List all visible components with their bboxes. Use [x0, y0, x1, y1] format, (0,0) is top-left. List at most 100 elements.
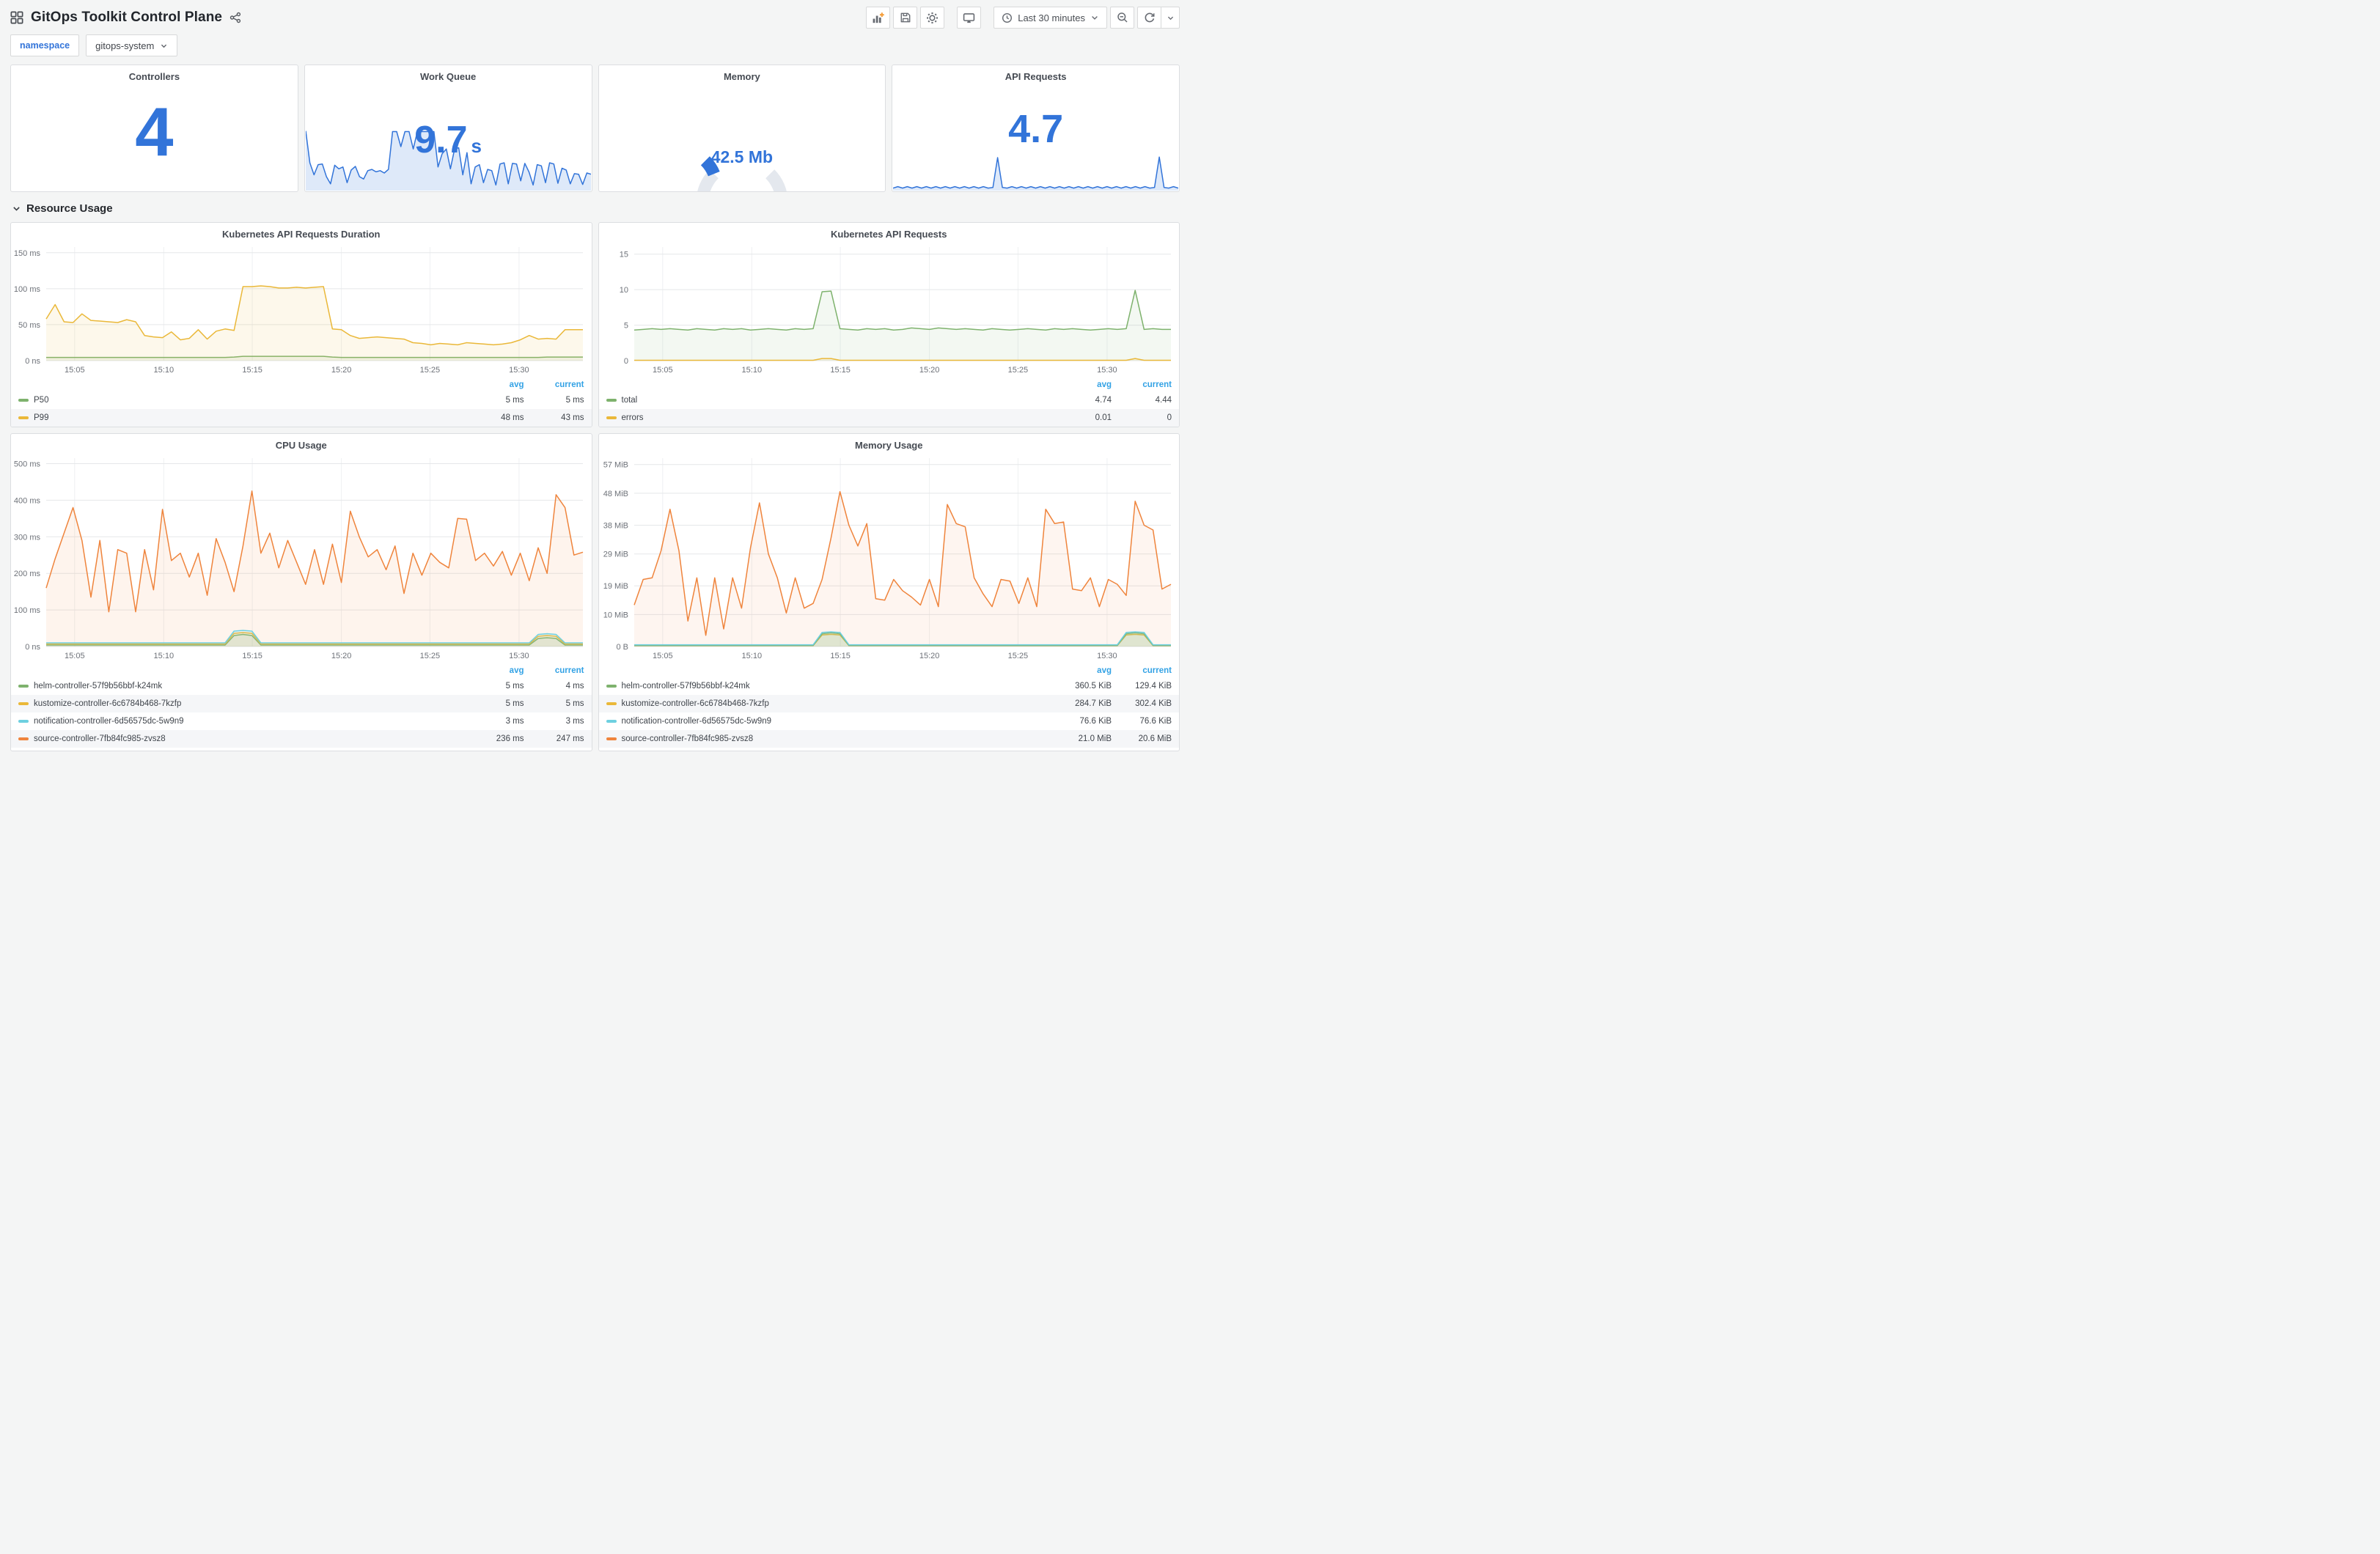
zoom-out-time-button[interactable]: [1110, 7, 1134, 29]
legend-header-avg[interactable]: avg: [1059, 380, 1112, 389]
cycle-view-button[interactable]: [957, 7, 982, 29]
section-title: Resource Usage: [26, 202, 113, 215]
share-alt-icon[interactable]: [229, 12, 241, 23]
legend-avg-value: 48 ms: [501, 413, 524, 422]
legend-header-current[interactable]: current: [524, 380, 584, 389]
legend-current-value: 5 ms: [565, 699, 584, 708]
series-label: source-controller-7fb84fc985-zvsz8: [621, 734, 754, 743]
apps-grid-icon[interactable]: [10, 11, 23, 24]
svg-text:15:15: 15:15: [830, 652, 851, 660]
panel-title[interactable]: Memory: [599, 65, 886, 84]
svg-text:0: 0: [623, 357, 628, 366]
series-label: helm-controller-57f9b56bbf-k24mk: [621, 682, 750, 691]
panel-work-queue: Work Queue 9.7 s: [304, 65, 592, 192]
legend-header-avg[interactable]: avg: [471, 380, 524, 389]
legend-current-value: 5 ms: [565, 396, 584, 405]
legend-header-current[interactable]: current: [1112, 380, 1172, 389]
panel-title[interactable]: Work Queue: [305, 65, 592, 84]
legend-row[interactable]: P50 5 ms 5 ms: [11, 391, 592, 409]
legend-current-value: 43 ms: [561, 413, 584, 422]
svg-text:15:30: 15:30: [509, 652, 529, 660]
legend-avg-value: 76.6 KiB: [1079, 717, 1112, 726]
legend-row[interactable]: kustomize-controller-6c6784b468-7kzfp 284…: [598, 695, 1179, 712]
series-label: notification-controller-6d56575dc-5w9n9: [621, 717, 772, 726]
controllers-value: 4: [135, 93, 174, 170]
svg-text:10: 10: [619, 286, 628, 295]
variable-label: namespace: [10, 34, 80, 56]
series-label: notification-controller-6d56575dc-5w9n9: [34, 717, 184, 726]
svg-text:15:25: 15:25: [1007, 652, 1028, 660]
legend-row[interactable]: notification-controller-6d56575dc-5w9n9 7…: [599, 712, 1180, 730]
legend-row[interactable]: helm-controller-57f9b56bbf-k24mk 360.5 Ki…: [599, 677, 1180, 695]
series-label: source-controller-7fb84fc985-zvsz8: [34, 734, 166, 743]
svg-text:15:30: 15:30: [1097, 366, 1117, 375]
series-color-swatch: [18, 720, 29, 723]
svg-text:15:05: 15:05: [653, 652, 673, 660]
panel-title[interactable]: CPU Usage: [11, 434, 592, 451]
legend-avg-value: 5 ms: [505, 682, 524, 691]
legend: avg current helm-controller-57f9b56bbf-k24…: [598, 662, 1180, 751]
panel-title[interactable]: API Requests: [892, 65, 1179, 84]
refresh-interval-caret[interactable]: [1161, 7, 1180, 29]
svg-text:0 ns: 0 ns: [25, 643, 40, 652]
legend-row[interactable]: P99 48 ms 43 ms: [11, 409, 592, 427]
legend-row[interactable]: total 4.74 4.44: [599, 391, 1180, 409]
chevron-down-icon: [160, 42, 168, 50]
legend-row[interactable]: kustomize-controller-6c6784b468-7kzfp 5 m…: [11, 695, 592, 712]
save-dashboard-button[interactable]: [893, 7, 918, 29]
legend-row[interactable]: source-controller-7fb84fc985-zvsz8 236 ms…: [11, 730, 592, 748]
panel-title[interactable]: Memory Usage: [599, 434, 1180, 451]
series-color-swatch: [606, 685, 617, 688]
api-requests-sparkline[interactable]: [893, 154, 1179, 191]
add-panel-button[interactable]: [866, 7, 891, 29]
svg-text:15:10: 15:10: [154, 366, 175, 375]
legend-current-value: 76.6 KiB: [1139, 717, 1172, 726]
svg-text:200 ms: 200 ms: [14, 570, 41, 578]
svg-text:15:10: 15:10: [741, 652, 762, 660]
svg-text:0 B: 0 B: [616, 643, 628, 652]
panel-k8s-api-requests-duration: Kubernetes API Requests Duration 15:05 15…: [10, 222, 592, 427]
legend-row[interactable]: notification-controller-6d56575dc-5w9n9 3…: [11, 712, 592, 730]
panel-memory-usage: Memory Usage 15:05 15:10 15:15 15:20 15:25 15…: [598, 433, 1180, 751]
legend-header-avg[interactable]: avg: [1059, 666, 1112, 675]
refresh-button[interactable]: [1137, 7, 1161, 29]
namespace-select[interactable]: gitops-system: [86, 34, 178, 56]
legend-row[interactable]: helm-controller-57f9b56bbf-k24mk 5 ms 4 ms: [11, 677, 592, 695]
k8s-api-requests-duration-chart[interactable]: 15:05 15:10 15:15 15:20 15:25 15:30 0 ns 50 ms 1…: [11, 240, 590, 376]
memory-gauge-value: 42.5 Mb: [710, 147, 774, 166]
svg-text:300 ms: 300 ms: [14, 533, 41, 542]
row-resource-usage[interactable]: Resource Usage: [10, 199, 1180, 222]
svg-text:15:25: 15:25: [420, 366, 441, 375]
panel-title[interactable]: Kubernetes API Requests: [599, 223, 1180, 240]
dashboard-settings-button[interactable]: [920, 7, 945, 29]
memory-usage-chart[interactable]: 15:05 15:10 15:15 15:20 15:25 15:30 0 B 10 MiB 1…: [599, 451, 1178, 662]
series-label: kustomize-controller-6c6784b468-7kzfp: [34, 699, 182, 708]
dashboard-header: GitOps Toolkit Control Plane Last 30 min…: [0, 0, 1190, 32]
api-requests-value: 4.7: [1008, 107, 1064, 151]
series-color-swatch: [606, 399, 617, 402]
k8s-api-requests-chart[interactable]: 15:05 15:10 15:15 15:20 15:25 15:30 0 5 10 15: [599, 240, 1178, 376]
chevron-down-icon: [12, 204, 21, 213]
legend-avg-value: 21.0 MiB: [1078, 734, 1112, 743]
time-range-label: Last 30 minutes: [1018, 12, 1085, 23]
svg-text:100 ms: 100 ms: [14, 285, 41, 294]
legend-current-value: 4.44: [1155, 396, 1172, 405]
panel-title[interactable]: Controllers: [11, 65, 298, 84]
legend-header-current[interactable]: current: [1112, 666, 1172, 675]
legend-row[interactable]: errors 0.01 0: [598, 409, 1179, 427]
legend-avg-value: 3 ms: [505, 717, 524, 726]
panel-title[interactable]: Kubernetes API Requests Duration: [11, 223, 592, 240]
series-color-swatch: [606, 737, 617, 740]
legend-row[interactable]: source-controller-7fb84fc985-zvsz8 21.0 M…: [598, 730, 1179, 748]
memory-gauge[interactable]: [680, 90, 804, 192]
legend-header-current[interactable]: current: [524, 666, 584, 675]
series-color-swatch: [18, 399, 29, 402]
panel-cpu-usage: CPU Usage 15:05 15:10 15:15 15:20 15:25 15:30…: [10, 433, 592, 751]
svg-text:500 ms: 500 ms: [14, 460, 41, 469]
legend-header-avg[interactable]: avg: [471, 666, 524, 675]
legend-current-value: 129.4 KiB: [1135, 682, 1172, 691]
cpu-usage-chart[interactable]: 15:05 15:10 15:15 15:20 15:25 15:30 0 ns 100 ms…: [11, 451, 590, 662]
time-range-picker[interactable]: Last 30 minutes: [993, 7, 1107, 29]
legend-current-value: 302.4 KiB: [1135, 699, 1172, 708]
dashboard-title[interactable]: GitOps Toolkit Control Plane: [31, 10, 222, 26]
